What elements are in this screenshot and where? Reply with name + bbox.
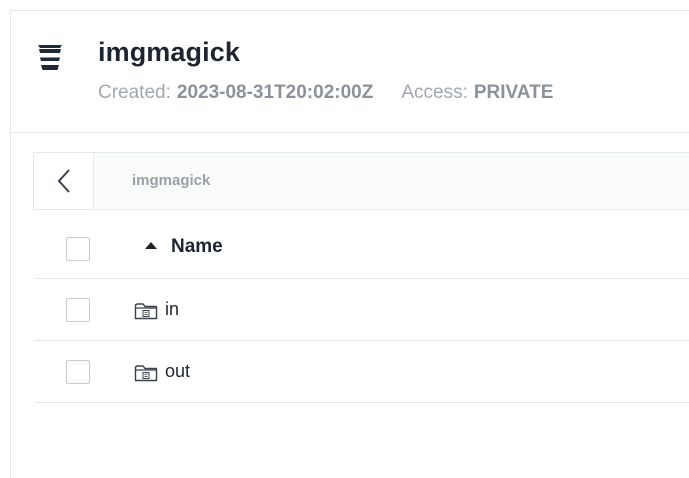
bucket-icon xyxy=(38,45,62,70)
breadcrumb: imgmagick xyxy=(33,152,689,210)
table-row[interactable]: out xyxy=(35,341,689,403)
access-label: Access: xyxy=(401,82,468,103)
back-button[interactable] xyxy=(34,153,94,209)
folder-name[interactable]: in xyxy=(165,299,179,320)
bucket-meta: Created: 2023-08-31T20:02:00Z Access: PRIVA… xyxy=(98,82,553,104)
object-browser-panel: imgmagick Created: 2023-08-31T20:02:00Z Ac… xyxy=(10,10,689,478)
folder-icon xyxy=(134,365,158,382)
row-checkbox[interactable] xyxy=(66,360,90,384)
table-header-row: Name xyxy=(35,218,689,279)
table-row[interactable]: in xyxy=(35,279,689,341)
created-label: Created: xyxy=(98,82,171,103)
bucket-header: imgmagick Created: 2023-08-31T20:02:00Z Ac… xyxy=(11,11,689,133)
row-checkbox[interactable] xyxy=(66,298,90,322)
created-value: 2023-08-31T20:02:00Z xyxy=(176,82,374,103)
chevron-left-icon xyxy=(57,169,70,193)
folder-icon xyxy=(134,303,158,320)
bucket-title: imgmagick xyxy=(98,37,240,67)
access-value: PRIVATE xyxy=(473,82,554,103)
breadcrumb-path[interactable]: imgmagick xyxy=(132,172,210,189)
object-table: Name in out xyxy=(35,218,689,403)
select-all-checkbox[interactable] xyxy=(66,237,90,261)
sort-ascending-icon[interactable] xyxy=(145,242,157,249)
folder-name[interactable]: out xyxy=(165,361,190,382)
column-header-name[interactable]: Name xyxy=(171,236,223,258)
